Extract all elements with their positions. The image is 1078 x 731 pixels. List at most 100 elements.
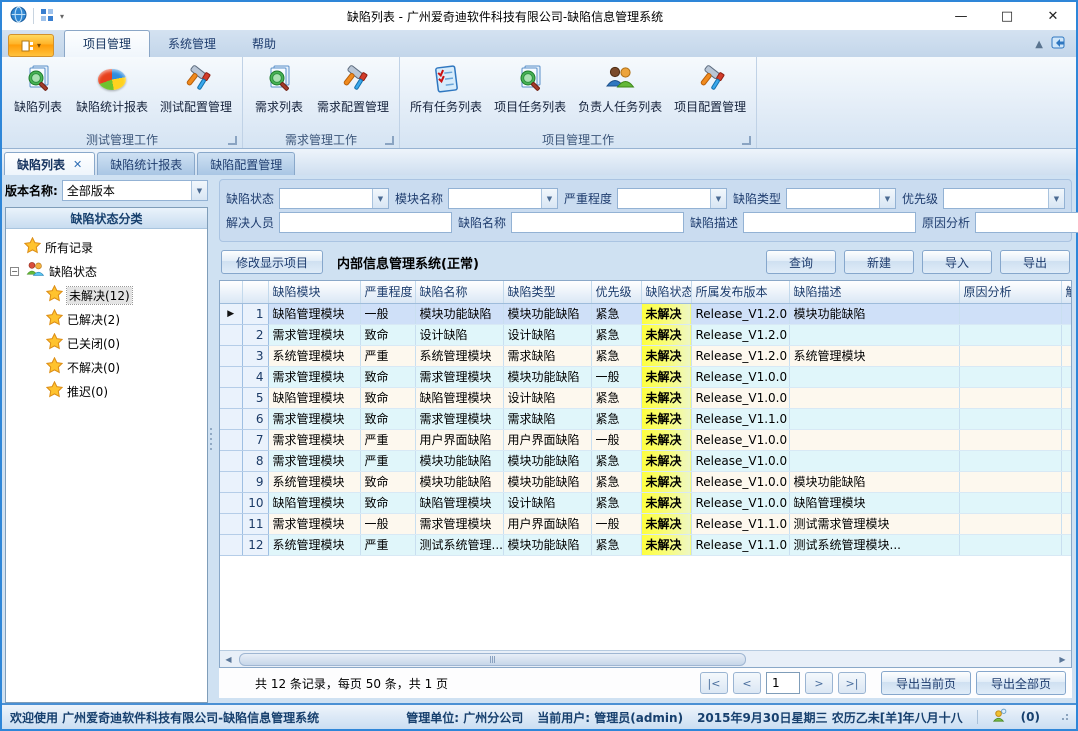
ribbon-button-doc-search[interactable]: 项目任务列表 [488, 59, 572, 117]
table-cell[interactable]: 模块功能缺陷 [415, 450, 503, 471]
tree-item[interactable]: 所有记录 [8, 235, 205, 259]
table-cell[interactable]: 模块功能缺陷 [503, 303, 591, 324]
table-cell[interactable] [1061, 303, 1071, 324]
column-header[interactable]: 缺陷名称 [415, 281, 503, 303]
table-cell[interactable]: 模块功能缺陷 [789, 471, 959, 492]
ribbon-tab-system[interactable]: 系统管理 [150, 31, 234, 57]
table-cell[interactable]: 测试系统管理... [415, 534, 503, 555]
scroll-left-icon[interactable]: ◀ [220, 655, 237, 664]
table-row[interactable]: 2需求管理模块致命设计缺陷设计缺陷紧急未解决Release_V1.2.0 [220, 324, 1071, 345]
table-cell[interactable]: 未解决 [641, 429, 691, 450]
tree-item[interactable]: 已解决(2) [8, 307, 205, 331]
table-cell[interactable]: 严重 [360, 450, 415, 471]
dialog-launcher-icon[interactable] [742, 136, 751, 145]
table-cell[interactable]: 致命 [360, 408, 415, 429]
ribbon-button-pie-chart[interactable]: 缺陷统计报表 [70, 59, 154, 117]
table-cell[interactable]: 未解决 [641, 408, 691, 429]
table-cell[interactable] [959, 429, 1061, 450]
chevron-down-icon[interactable]: ▼ [1048, 189, 1064, 208]
table-cell[interactable] [1061, 324, 1071, 345]
table-cell[interactable]: Release_V1.2.0 [691, 324, 789, 345]
user-status-icon[interactable] [992, 708, 1007, 726]
table-cell[interactable]: 模块功能缺陷 [503, 366, 591, 387]
prev-page-button[interactable]: < [733, 672, 761, 694]
table-cell[interactable]: 系统管理模块 [268, 471, 360, 492]
filter-combobox[interactable]: ▼ [448, 188, 558, 209]
column-header[interactable]: 缺陷模块 [268, 281, 360, 303]
table-cell[interactable]: 需求管理模块 [268, 450, 360, 471]
column-header[interactable]: 原因分析 [959, 281, 1061, 303]
close-tab-icon[interactable]: ✕ [73, 158, 82, 171]
close-button[interactable]: ✕ [1030, 3, 1076, 29]
table-cell[interactable]: Release_V1.0.0 [691, 429, 789, 450]
filter-combobox[interactable]: ▼ [943, 188, 1065, 209]
table-cell[interactable]: 紧急 [591, 471, 641, 492]
table-row[interactable]: 3系统管理模块严重系统管理模块需求缺陷紧急未解决Release_V1.2.0系统… [220, 345, 1071, 366]
table-cell[interactable]: 需求管理模块 [268, 408, 360, 429]
table-cell[interactable] [1061, 408, 1071, 429]
ribbon-button-tools[interactable]: 项目配置管理 [668, 59, 752, 117]
column-header[interactable]: 优先级 [591, 281, 641, 303]
export-all-pages-button[interactable]: 导出全部页 [976, 671, 1066, 695]
table-cell[interactable]: 未解决 [641, 534, 691, 555]
table-cell[interactable]: 未解决 [641, 324, 691, 345]
chevron-down-icon[interactable]: ▾ [60, 12, 64, 21]
table-cell[interactable]: Release_V1.0.0 [691, 366, 789, 387]
table-cell[interactable]: 缺陷管理模块 [268, 387, 360, 408]
table-cell[interactable]: 致命 [360, 492, 415, 513]
table-cell[interactable]: 需求缺陷 [503, 345, 591, 366]
table-cell[interactable] [1061, 450, 1071, 471]
last-page-button[interactable]: >| [838, 672, 866, 694]
column-header[interactable]: 缺陷类型 [503, 281, 591, 303]
table-cell[interactable]: 用户界面缺陷 [415, 429, 503, 450]
table-cell[interactable]: 未解决 [641, 492, 691, 513]
app-menu-button[interactable]: ▾ [8, 34, 54, 57]
table-cell[interactable]: 缺陷管理模块 [268, 492, 360, 513]
table-cell[interactable] [1061, 471, 1071, 492]
chevron-down-icon[interactable]: ▼ [191, 181, 207, 200]
table-cell[interactable]: 紧急 [591, 450, 641, 471]
row-selector-cell[interactable] [220, 387, 242, 408]
table-cell[interactable]: 缺陷管理模块 [789, 492, 959, 513]
table-cell[interactable]: 致命 [360, 366, 415, 387]
dialog-launcher-icon[interactable] [385, 136, 394, 145]
table-row[interactable]: 9系统管理模块致命模块功能缺陷模块功能缺陷紧急未解决Release_V1.0.0… [220, 471, 1071, 492]
table-row[interactable]: 4需求管理模块致命需求管理模块模块功能缺陷一般未解决Release_V1.0.0 [220, 366, 1071, 387]
row-selector-cell[interactable] [220, 366, 242, 387]
table-cell[interactable]: 缺陷管理模块 [415, 387, 503, 408]
table-cell[interactable]: 系统管理模块 [268, 345, 360, 366]
table-cell[interactable] [789, 324, 959, 345]
chevron-down-icon[interactable]: ▼ [879, 189, 895, 208]
table-cell[interactable]: 设计缺陷 [503, 324, 591, 345]
row-selector-cell[interactable] [220, 534, 242, 555]
filter-input[interactable] [975, 212, 1078, 233]
chevron-down-icon[interactable]: ▼ [710, 189, 726, 208]
table-cell[interactable]: 未解决 [641, 345, 691, 366]
table-row[interactable]: 5缺陷管理模块致命缺陷管理模块设计缺陷紧急未解决Release_V1.0.0 [220, 387, 1071, 408]
table-cell[interactable] [789, 408, 959, 429]
table-cell[interactable]: Release_V1.1.0 [691, 513, 789, 534]
table-cell[interactable]: 系统管理模块 [789, 345, 959, 366]
table-cell[interactable]: 一般 [591, 366, 641, 387]
table-cell[interactable]: 严重 [360, 534, 415, 555]
table-cell[interactable]: 用户界面缺陷 [503, 429, 591, 450]
table-cell[interactable]: 模块功能缺陷 [503, 534, 591, 555]
table-cell[interactable]: 测试系统管理模块... [789, 534, 959, 555]
scrollbar-thumb[interactable] [239, 653, 746, 666]
table-cell[interactable]: 系统管理模块 [268, 534, 360, 555]
row-selector-cell[interactable] [220, 492, 242, 513]
table-cell[interactable] [959, 513, 1061, 534]
table-cell[interactable]: 需求管理模块 [268, 366, 360, 387]
table-cell[interactable]: 一般 [591, 429, 641, 450]
table-cell[interactable]: 致命 [360, 387, 415, 408]
tree-item[interactable]: 未解决(12) [8, 283, 205, 307]
ribbon-button-tools[interactable]: 需求配置管理 [311, 59, 395, 117]
horizontal-scrollbar[interactable]: ◀ ▶ [220, 650, 1071, 667]
minimize-button[interactable]: — [938, 3, 984, 29]
filter-input[interactable] [511, 212, 684, 233]
ribbon-tab-help[interactable]: 帮助 [234, 31, 294, 57]
table-cell[interactable]: 系统管理模块 [415, 345, 503, 366]
row-selector-cell[interactable] [220, 408, 242, 429]
row-selector-cell[interactable] [220, 324, 242, 345]
table-cell[interactable] [959, 408, 1061, 429]
